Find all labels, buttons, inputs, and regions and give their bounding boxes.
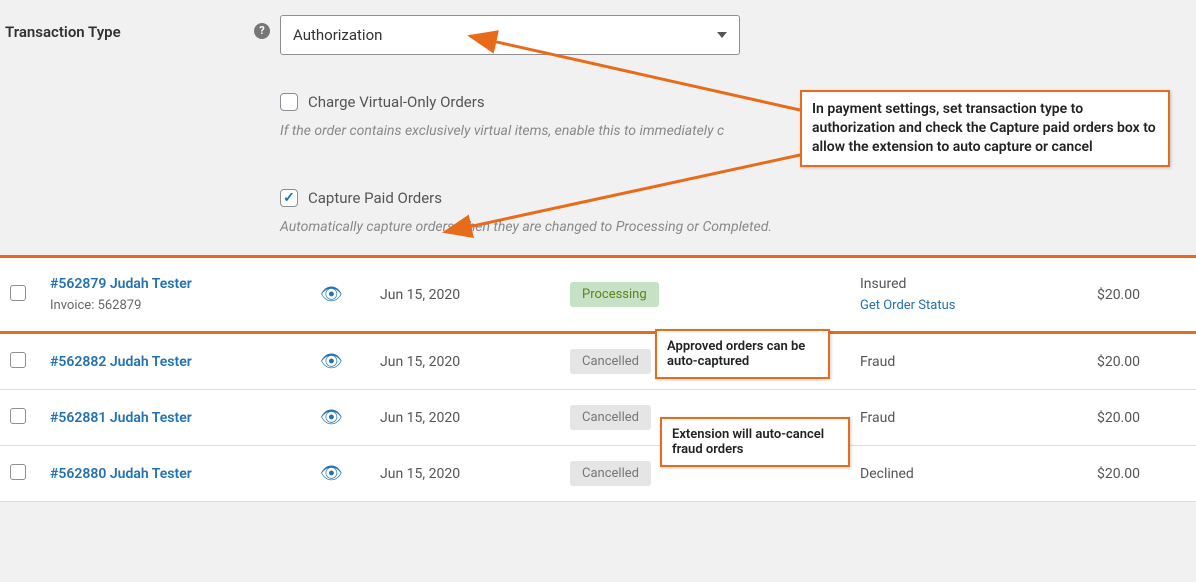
fraud-status: Insured Get Order Status — [860, 276, 1060, 313]
row-checkbox[interactable] — [10, 408, 26, 424]
order-date: Jun 15, 2020 — [380, 410, 570, 426]
status-badge: Cancelled — [570, 349, 651, 374]
order-sub: Invoice: 562879 — [50, 298, 320, 313]
order-link[interactable]: #562882 Judah Tester — [50, 354, 192, 370]
order-amount: $20.00 — [1060, 287, 1160, 303]
charge-virtual-label: Charge Virtual-Only Orders — [308, 93, 485, 111]
callout-approved: Approved orders can be auto-captured — [655, 329, 830, 379]
fraud-status: Fraud — [860, 410, 1060, 426]
table-row: #562882 Judah Tester 👁 Jun 15, 2020 Canc… — [0, 334, 1196, 390]
order-amount: $20.00 — [1060, 466, 1160, 482]
table-row: #562879 Judah Tester Invoice: 562879 👁 J… — [0, 255, 1196, 334]
help-icon[interactable]: ? — [254, 23, 270, 39]
row-checkbox[interactable] — [10, 285, 26, 301]
transaction-type-select[interactable]: Authorization — [280, 15, 740, 55]
row-checkbox[interactable] — [10, 352, 26, 368]
status-badge: Cancelled — [570, 405, 651, 430]
charge-virtual-checkbox[interactable] — [280, 93, 298, 111]
eye-icon[interactable]: 👁 — [320, 284, 343, 305]
fraud-status: Fraud — [860, 354, 1060, 370]
table-row: #562881 Judah Tester 👁 Jun 15, 2020 Canc… — [0, 390, 1196, 446]
eye-icon[interactable]: 👁 — [320, 407, 343, 428]
eye-icon[interactable]: 👁 — [320, 463, 343, 484]
order-date: Jun 15, 2020 — [380, 354, 570, 370]
callout-fraud: Extension will auto-cancel fraud orders — [660, 417, 850, 467]
order-link[interactable]: #562881 Judah Tester — [50, 410, 192, 426]
fraud-status: Declined — [860, 466, 1060, 482]
get-order-status-link[interactable]: Get Order Status — [860, 298, 1060, 313]
callout-main: In payment settings, set transaction typ… — [800, 90, 1170, 167]
chevron-down-icon — [717, 32, 727, 38]
order-link[interactable]: #562879 Judah Tester — [50, 276, 192, 292]
row-checkbox[interactable] — [10, 464, 26, 480]
transaction-type-text: Transaction Type — [5, 23, 121, 41]
order-link[interactable]: #562880 Judah Tester — [50, 466, 192, 482]
order-amount: $20.00 — [1060, 410, 1160, 426]
eye-icon[interactable]: 👁 — [320, 351, 343, 372]
order-date: Jun 15, 2020 — [380, 287, 570, 303]
order-date: Jun 15, 2020 — [380, 466, 570, 482]
capture-paid-desc: Automatically capture orders when they a… — [280, 219, 1196, 235]
transaction-type-label: Transaction Type ? — [5, 15, 280, 55]
status-badge: Cancelled — [570, 461, 651, 486]
table-row: #562880 Judah Tester 👁 Jun 15, 2020 Canc… — [0, 446, 1196, 502]
capture-paid-checkbox[interactable] — [280, 189, 298, 207]
status-badge: Processing — [570, 282, 659, 307]
capture-paid-label: Capture Paid Orders — [308, 189, 442, 207]
orders-table: #562879 Judah Tester Invoice: 562879 👁 J… — [0, 255, 1196, 502]
order-amount: $20.00 — [1060, 354, 1160, 370]
transaction-type-value: Authorization — [293, 26, 382, 44]
